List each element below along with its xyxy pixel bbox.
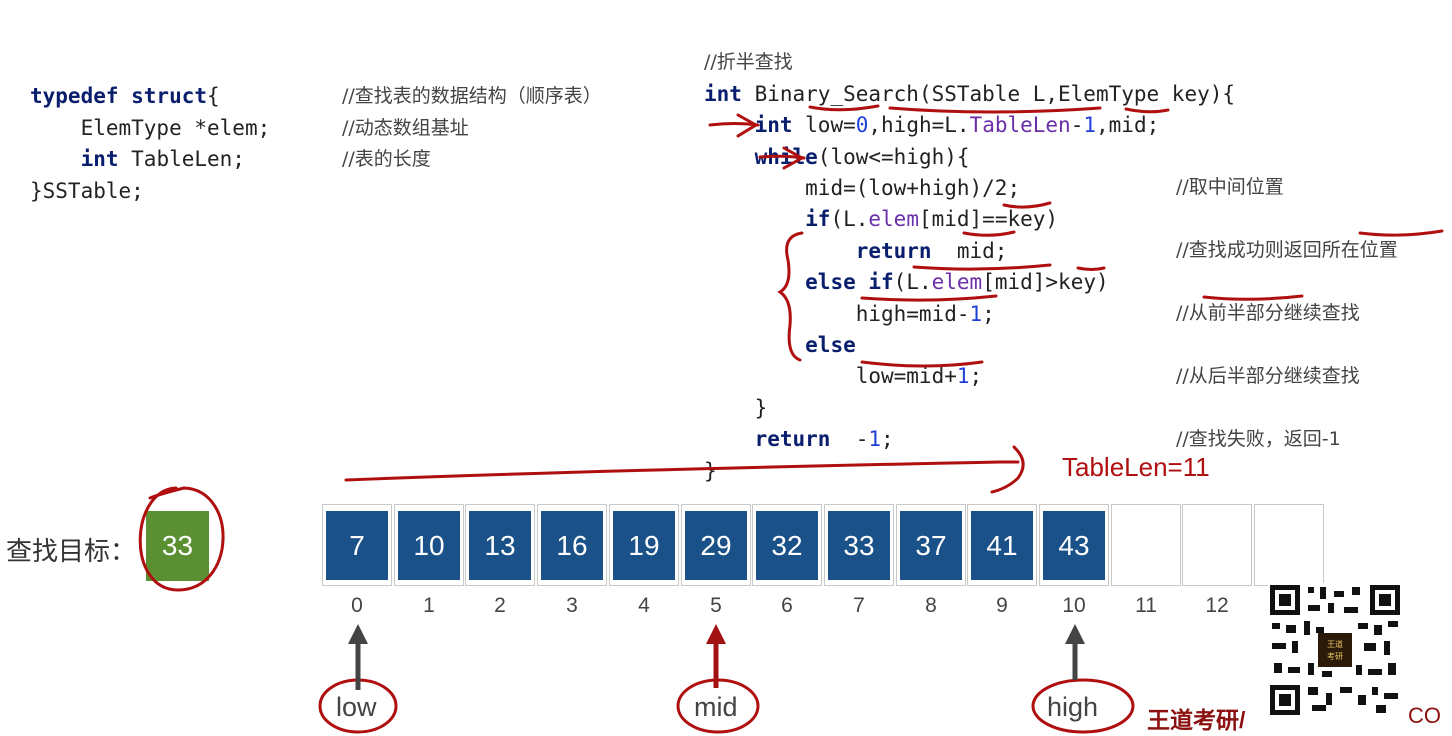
struct-close: }SSTable; (30, 178, 144, 203)
if-a: (L. (830, 207, 869, 232)
tablelen-label: TableLen=11 (1062, 452, 1210, 482)
low-one: 1 (956, 364, 970, 389)
comment-elem: //动态数组基址 (342, 116, 469, 139)
if-elem: elem (868, 207, 919, 232)
comment-fail: //查找失败，返回-1 (1176, 427, 1341, 450)
return-fail: - (830, 427, 869, 452)
watermark-main: 王道考研/ (1147, 707, 1246, 733)
decl-tablelen: TableLen (969, 113, 1071, 138)
svg-text:考研: 考研 (1327, 652, 1343, 661)
target-label: 查找目标： (6, 536, 137, 566)
low-assign: low=mid+ (855, 364, 957, 389)
comment-title: //折半查找 (704, 51, 793, 74)
high-semi: ; (982, 301, 995, 326)
function-signature: Binary_Search(SSTable L,ElemType key){ (741, 81, 1236, 106)
array-cell: 10 (398, 511, 460, 580)
target-value: 33 (161, 530, 194, 561)
while-keyword: while (754, 144, 818, 169)
array-cell: 32 (756, 511, 818, 580)
array-index: 2 (494, 594, 506, 617)
elseif-b: [mid]>key) (982, 270, 1109, 295)
array-cell: 16 (541, 511, 603, 580)
search-comments: //取中间位置 //查找成功则返回所在位置 //从前半部分继续查找 //从后半部… (1176, 141, 1398, 455)
tablelen-field: TableLen; (118, 147, 245, 172)
struct-keyword: typedef struct (30, 84, 208, 109)
low-semi: ; (969, 364, 983, 389)
decl-low: low= (792, 113, 856, 138)
if-b: [mid]==key) (918, 207, 1059, 232)
array-index: 11 (1135, 594, 1157, 617)
array-cell: 37 (900, 511, 962, 580)
array-index: 5 (710, 594, 722, 617)
array-index: 10 (1062, 594, 1086, 617)
return-keyword: return (855, 238, 932, 263)
struct-code-block: typedef struct{ ElemType *elem; int Tabl… (30, 50, 270, 207)
return2-keyword: return (754, 427, 831, 452)
array-cell: 13 (469, 511, 531, 580)
watermark-text: 王道考研/ (1147, 701, 1245, 735)
array-index: 4 (638, 594, 650, 617)
array-cell: 43 (1043, 511, 1105, 580)
mid-assign: mid=(low+high)/2; (805, 176, 1021, 201)
watermark-tail: CO (1408, 703, 1441, 728)
high-assign: high=mid- (855, 301, 970, 326)
binary-search-code: //折半查找 int Binary_Search(SSTable L,ElemT… (704, 15, 1235, 487)
array-index: 6 (781, 594, 793, 617)
comment-front: //从前半部分继续查找 (1176, 302, 1360, 325)
array-cell (1186, 511, 1248, 580)
array-cell: 19 (613, 511, 675, 580)
target-value-box: 33 (146, 511, 209, 581)
comment-mid: //取中间位置 (1176, 176, 1284, 199)
decl-minus: - (1070, 113, 1084, 138)
int-keyword: int (80, 147, 119, 172)
while-close: } (754, 395, 768, 420)
array-cell (1115, 511, 1177, 580)
high-arrow-head (1065, 624, 1085, 644)
array-cell: 41 (971, 511, 1033, 580)
high-pointer-label: high (1047, 692, 1099, 722)
array-cell: 7 (326, 511, 388, 580)
high-one: 1 (969, 301, 983, 326)
comment-found: //查找成功则返回所在位置 (1176, 239, 1398, 262)
mid-pointer-label: mid (694, 692, 738, 722)
decl-high: ,high=L. (868, 113, 970, 138)
struct-open-brace: { (207, 84, 220, 109)
else-if-keyword: else if (805, 270, 894, 295)
function-close: } (704, 458, 717, 483)
array-index: 9 (996, 594, 1008, 617)
elem-type: ElemType (80, 115, 182, 140)
return-mid: mid; (931, 238, 1008, 263)
array-cell: 29 (685, 511, 747, 580)
else-keyword: else (805, 333, 856, 358)
mid-arrow-head (706, 624, 726, 644)
array-index: 0 (351, 594, 363, 617)
array-index: 12 (1205, 594, 1229, 617)
struct-comments: //查找表的数据结构（顺序表） //动态数组基址 //表的长度 (342, 50, 602, 176)
comment-struct: //查找表的数据结构（顺序表） (342, 85, 602, 108)
return-fail-one: 1 (868, 427, 882, 452)
array-index: 7 (853, 594, 865, 617)
elseif-a: (L. (893, 270, 932, 295)
if-keyword: if (805, 207, 831, 232)
array-index: 8 (925, 594, 937, 617)
array-cell: 33 (828, 511, 890, 580)
qr-badge-text: 王道 (1327, 639, 1343, 649)
comment-tablelen: //表的长度 (342, 148, 431, 171)
low-pointer-label: low (336, 692, 377, 722)
decl-zero: 0 (855, 113, 869, 138)
array-index: 3 (566, 594, 578, 617)
array-cell (1258, 511, 1320, 580)
array-index: 1 (423, 594, 435, 617)
decl-int: int (754, 113, 793, 138)
decl-mid: ,mid; (1096, 113, 1160, 138)
decl-one: 1 (1083, 113, 1097, 138)
comment-back: //从后半部分继续查找 (1176, 364, 1360, 387)
qr-code: 王道 考研 (1268, 583, 1402, 717)
sig-int: int (704, 81, 742, 106)
low-arrow-head (348, 624, 368, 644)
elseif-elem: elem (931, 270, 983, 295)
while-condition: (low<=high){ (817, 144, 970, 169)
return-fail-semi: ; (881, 427, 894, 452)
elem-field: *elem; (181, 115, 271, 140)
